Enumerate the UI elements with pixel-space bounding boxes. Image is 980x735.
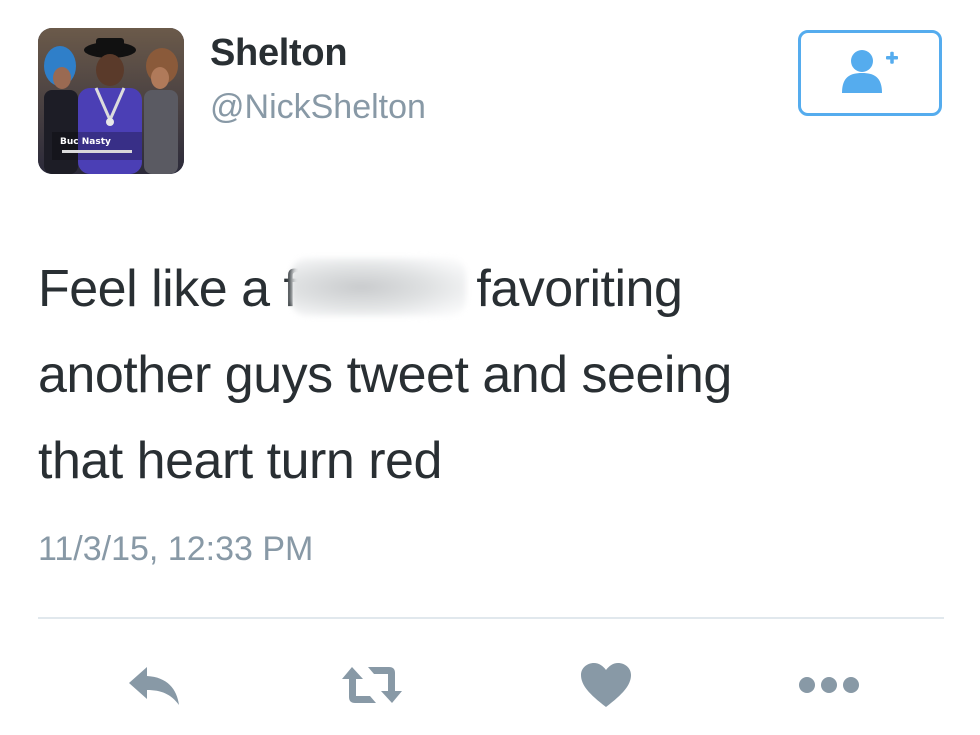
- avatar[interactable]: Buc Nasty: [38, 28, 184, 174]
- tweet-line-3: that heart turn red: [38, 432, 442, 490]
- censored-word-blur: [291, 258, 467, 316]
- heart-icon: [579, 661, 633, 714]
- avatar-image: Buc Nasty: [38, 28, 184, 174]
- more-icon: [797, 675, 861, 700]
- avatar-caption: Buc Nasty: [60, 137, 111, 147]
- divider: [38, 617, 944, 619]
- tweet-card: Buc Nasty Shelton @NickShelton Feel like…: [0, 0, 980, 735]
- tweet-line-2: another guys tweet and seeing: [38, 346, 732, 404]
- tweet-line-1-prefix: Feel like a f: [38, 260, 298, 318]
- display-name[interactable]: Shelton: [210, 32, 348, 75]
- retweet-button[interactable]: [340, 655, 404, 719]
- add-user-icon: [838, 47, 902, 100]
- retweet-icon: [340, 663, 404, 712]
- follow-button[interactable]: [798, 30, 942, 116]
- reply-button[interactable]: [122, 655, 186, 719]
- more-button[interactable]: [797, 655, 861, 719]
- tweet-timestamp[interactable]: 11/3/15, 12:33 PM: [38, 530, 313, 569]
- tweet-text: Feel like a f favoriting another guys twe…: [38, 246, 938, 504]
- reply-icon: [125, 663, 183, 712]
- user-handle[interactable]: @NickShelton: [210, 88, 426, 127]
- tweet-line-1: Feel like a f favoriting: [38, 246, 938, 332]
- like-button[interactable]: [574, 655, 638, 719]
- tweet-line-1-suffix: favoriting: [476, 260, 683, 318]
